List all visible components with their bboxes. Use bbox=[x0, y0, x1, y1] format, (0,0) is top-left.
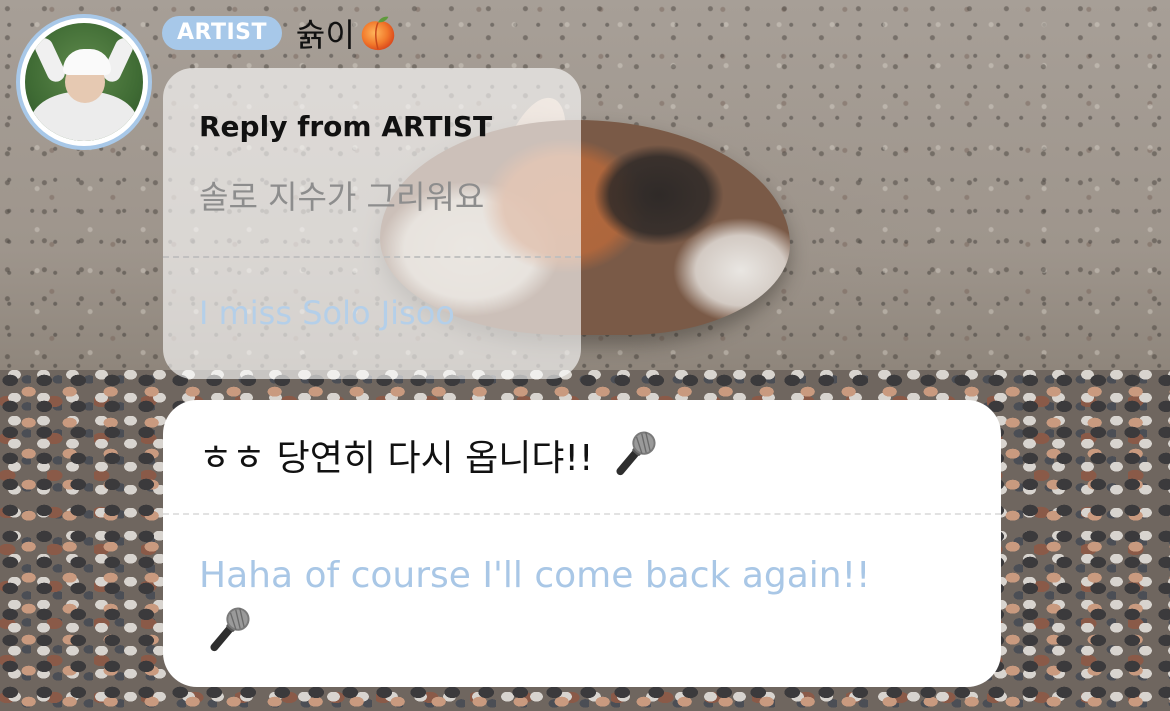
message-bubble[interactable]: ㅎㅎ 당연히 다시 옵니댜!! Haha of course I'll come… bbox=[163, 400, 1001, 687]
message-translation: Haha of course I'll come back again!! bbox=[199, 555, 871, 596]
reply-title: Reply from ARTIST bbox=[199, 110, 493, 143]
microphone-icon bbox=[210, 607, 250, 652]
microphone-icon bbox=[616, 431, 656, 476]
reply-bubble[interactable]: Reply from ARTIST 솔로 지수가 그리워요 I miss Sol… bbox=[163, 68, 581, 379]
avatar-arm-left bbox=[32, 35, 68, 85]
artist-badge: ARTIST bbox=[162, 16, 283, 50]
peach-icon bbox=[361, 16, 395, 51]
avatar-cap bbox=[63, 49, 111, 75]
message-text-row: ㅎㅎ 당연히 다시 옵니댜!! bbox=[199, 426, 663, 484]
message-text: ㅎㅎ 당연히 다시 옵니댜!! bbox=[199, 438, 594, 479]
reply-divider bbox=[163, 256, 581, 258]
message-divider bbox=[163, 513, 1001, 515]
artist-avatar[interactable] bbox=[16, 14, 152, 150]
message-header: ARTIST 슑이 bbox=[162, 12, 397, 54]
reply-quoted-translation: I miss Solo Jisoo bbox=[199, 294, 455, 332]
artist-name-row[interactable]: 슑이 bbox=[296, 10, 397, 56]
message-translation-block: Haha of course I'll come back again!! bbox=[199, 550, 969, 660]
avatar-photo bbox=[25, 23, 143, 141]
reply-quoted-message: 솔로 지수가 그리워요 bbox=[199, 178, 485, 216]
artist-name: 슑이 bbox=[296, 16, 355, 54]
